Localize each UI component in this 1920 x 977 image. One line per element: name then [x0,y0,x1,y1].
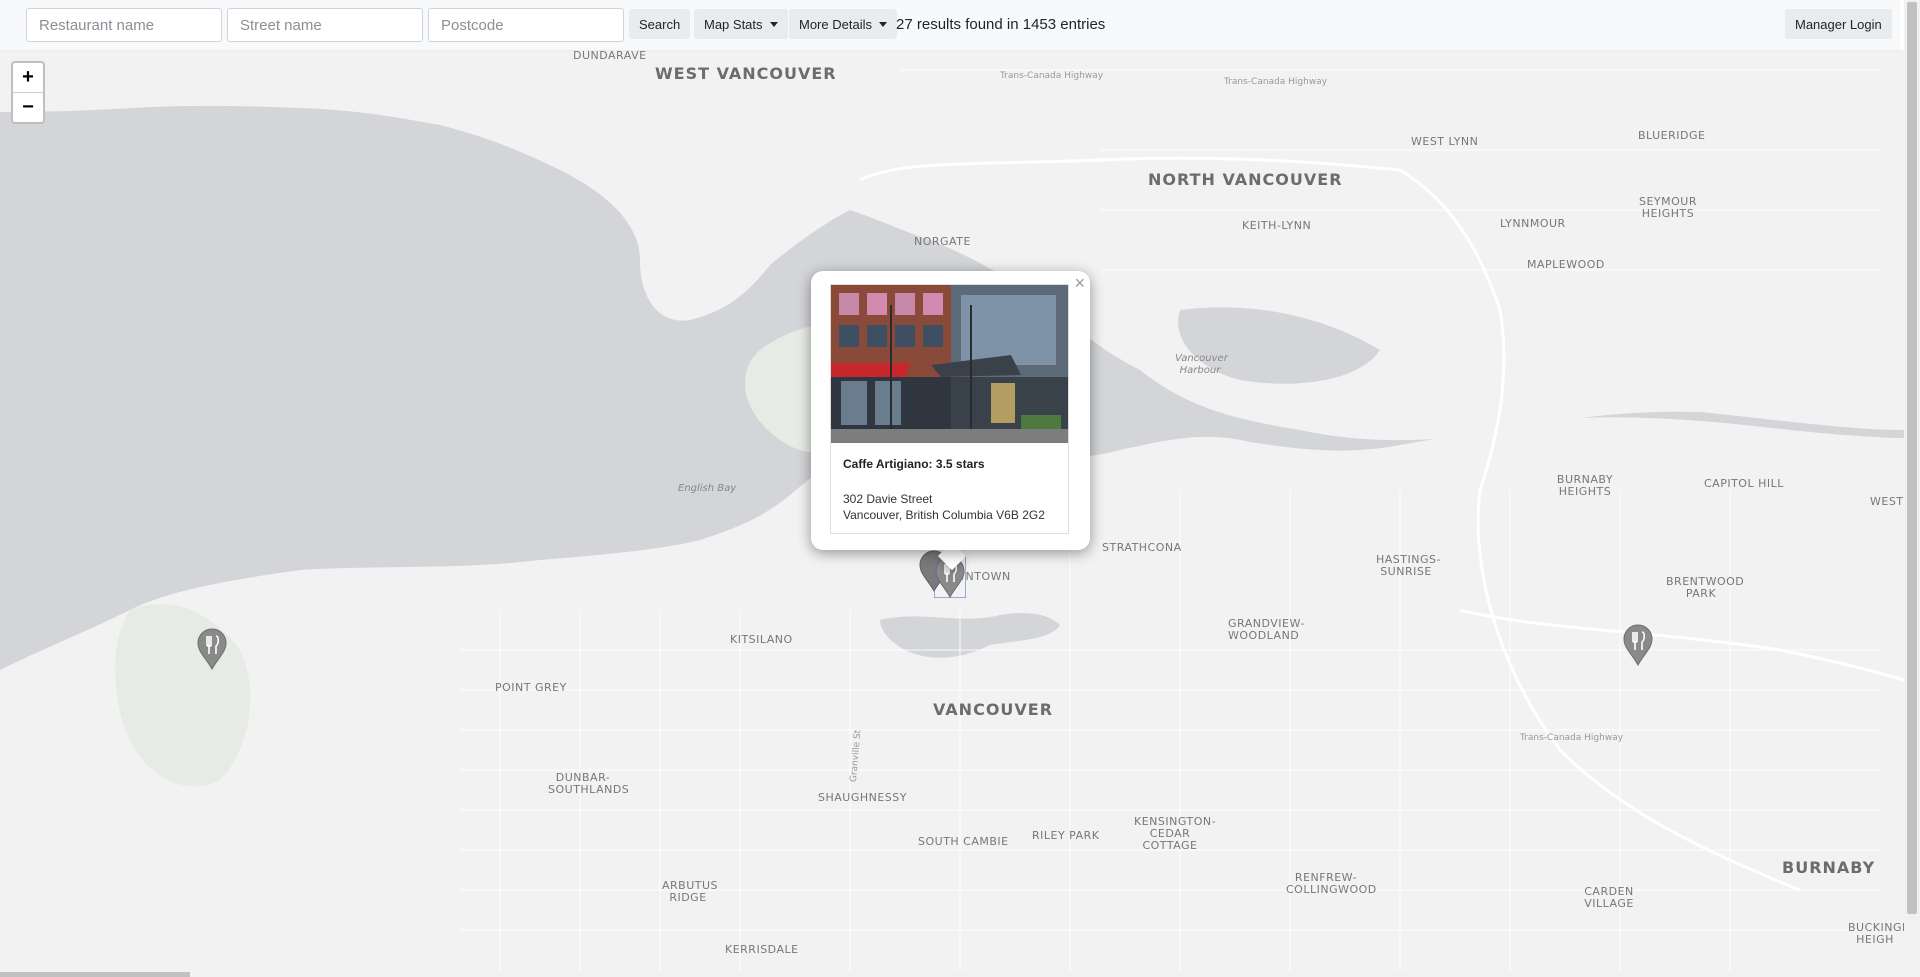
label-keith-lynn: KEITH-LYNN [1242,219,1312,232]
label-west-vancouver: WEST VANCOUVER [655,64,837,83]
label-brentwood-park: BRENTWOOD PARK [1666,575,1745,600]
label-grandview-woodland: GRANDVIEW-WOODLAND [1228,617,1305,642]
label-strathcona: STRATHCONA [1102,541,1182,554]
label-hastings-sunrise: HASTINGS-SUNRISE [1376,553,1441,578]
label-dundarave: DUNDARAVE [573,50,647,62]
horizontal-scrollbar[interactable] [0,972,1904,977]
label-point-grey: POINT GREY [495,681,567,694]
close-icon[interactable]: × [1074,273,1085,294]
restaurant-marker-icon[interactable] [196,628,228,670]
restaurant-photo [831,285,1068,443]
label-capitol-hill: CAPITOL HILL [1704,477,1784,490]
map-stats-dropdown[interactable]: Map Stats [694,9,788,39]
label-vancouver-harbour: Vancouver Harbour [1175,353,1228,376]
label-arbutus-ridge: ARBUTUS RIDGE [662,879,719,904]
restaurant-popup: × Caffe Artigiano: 3.5 stars 302 Davie S… [811,271,1090,550]
popup-card: Caffe Artigiano: 3.5 stars 302 Davie Str… [830,284,1069,534]
label-carden-village: CARDEN VILLAGE [1584,885,1634,910]
street-name-input[interactable] [227,8,423,42]
vertical-scrollbar[interactable] [1904,0,1920,977]
label-seymour-heights: SEYMOUR HEIGHTS [1639,195,1697,220]
scrollbar-thumb[interactable] [1907,2,1917,914]
label-shaughnessy: SHAUGHNESSY [818,791,907,804]
label-renfrew-collingwood: RENFREW-COLLINGWOOD [1286,871,1377,896]
label-buckingham-heights: BUCKINGH HEIGH [1848,921,1904,946]
postcode-input[interactable] [428,8,624,42]
label-south-cambie: SOUTH CAMBIE [918,835,1009,848]
label-dunbar-southlands: DUNBAR-SOUTHLANDS [548,771,630,796]
caret-down-icon [878,21,887,27]
label-burnaby-heights: BURNABY HEIGHTS [1556,473,1614,498]
label-maplewood: MAPLEWOOD [1527,258,1605,271]
zoom-control: + − [11,61,45,124]
scrollbar-thumb[interactable] [0,972,190,977]
label-kensington-cedar-cottage: KENSINGTON-CEDAR COTTAGE [1134,815,1217,852]
results-count: 27 results found in 1453 entries [896,16,1106,33]
top-toolbar: Search Map Stats More Details 27 results… [0,0,1900,51]
restaurant-address: 302 Davie Street Vancouver, British Colu… [843,491,1068,523]
address-line-1: 302 Davie Street [843,492,933,506]
label-lynnmour: LYNNMOUR [1500,217,1566,230]
label-burnaby: BURNABY [1782,858,1876,877]
restaurant-title: Caffe Artigiano: 3.5 stars [843,457,985,471]
zoom-in-button[interactable]: + [13,63,43,93]
label-west: WEST [1870,495,1904,508]
search-button-label: Search [639,16,681,32]
zoom-out-button[interactable]: − [13,93,43,122]
label-kerrisdale: KERRISDALE [725,943,799,956]
address-line-2: Vancouver, British Columbia V6B 2G2 [843,508,1045,522]
label-riley-park: RILEY PARK [1032,829,1100,842]
manager-login-button[interactable]: Manager Login [1785,9,1892,39]
more-details-label: More Details [799,16,872,32]
label-trans-canada-highway: Trans-Canada Highway [1224,77,1328,87]
caret-down-icon [769,21,778,27]
label-blueridge: BLUERIDGE [1638,129,1706,142]
label-english-bay: English Bay [678,483,737,494]
label-trans-canada-highway: Trans-Canada Highway [1520,733,1624,743]
more-details-dropdown[interactable]: More Details [789,9,897,39]
restaurant-name-input[interactable] [26,8,222,42]
map-stats-label: Map Stats [704,16,763,32]
label-vancouver: VANCOUVER [933,700,1054,719]
label-north-vancouver: NORTH VANCOUVER [1148,170,1343,189]
label-kitsilano: KITSILANO [730,633,793,646]
label-norgate: NORGATE [914,235,971,248]
manager-login-label: Manager Login [1795,16,1882,32]
label-west-lynn: WEST LYNN [1411,135,1479,148]
label-trans-canada-highway: Trans-Canada Highway [1000,71,1104,81]
restaurant-marker-icon[interactable] [1622,624,1654,666]
search-button[interactable]: Search [629,9,691,39]
